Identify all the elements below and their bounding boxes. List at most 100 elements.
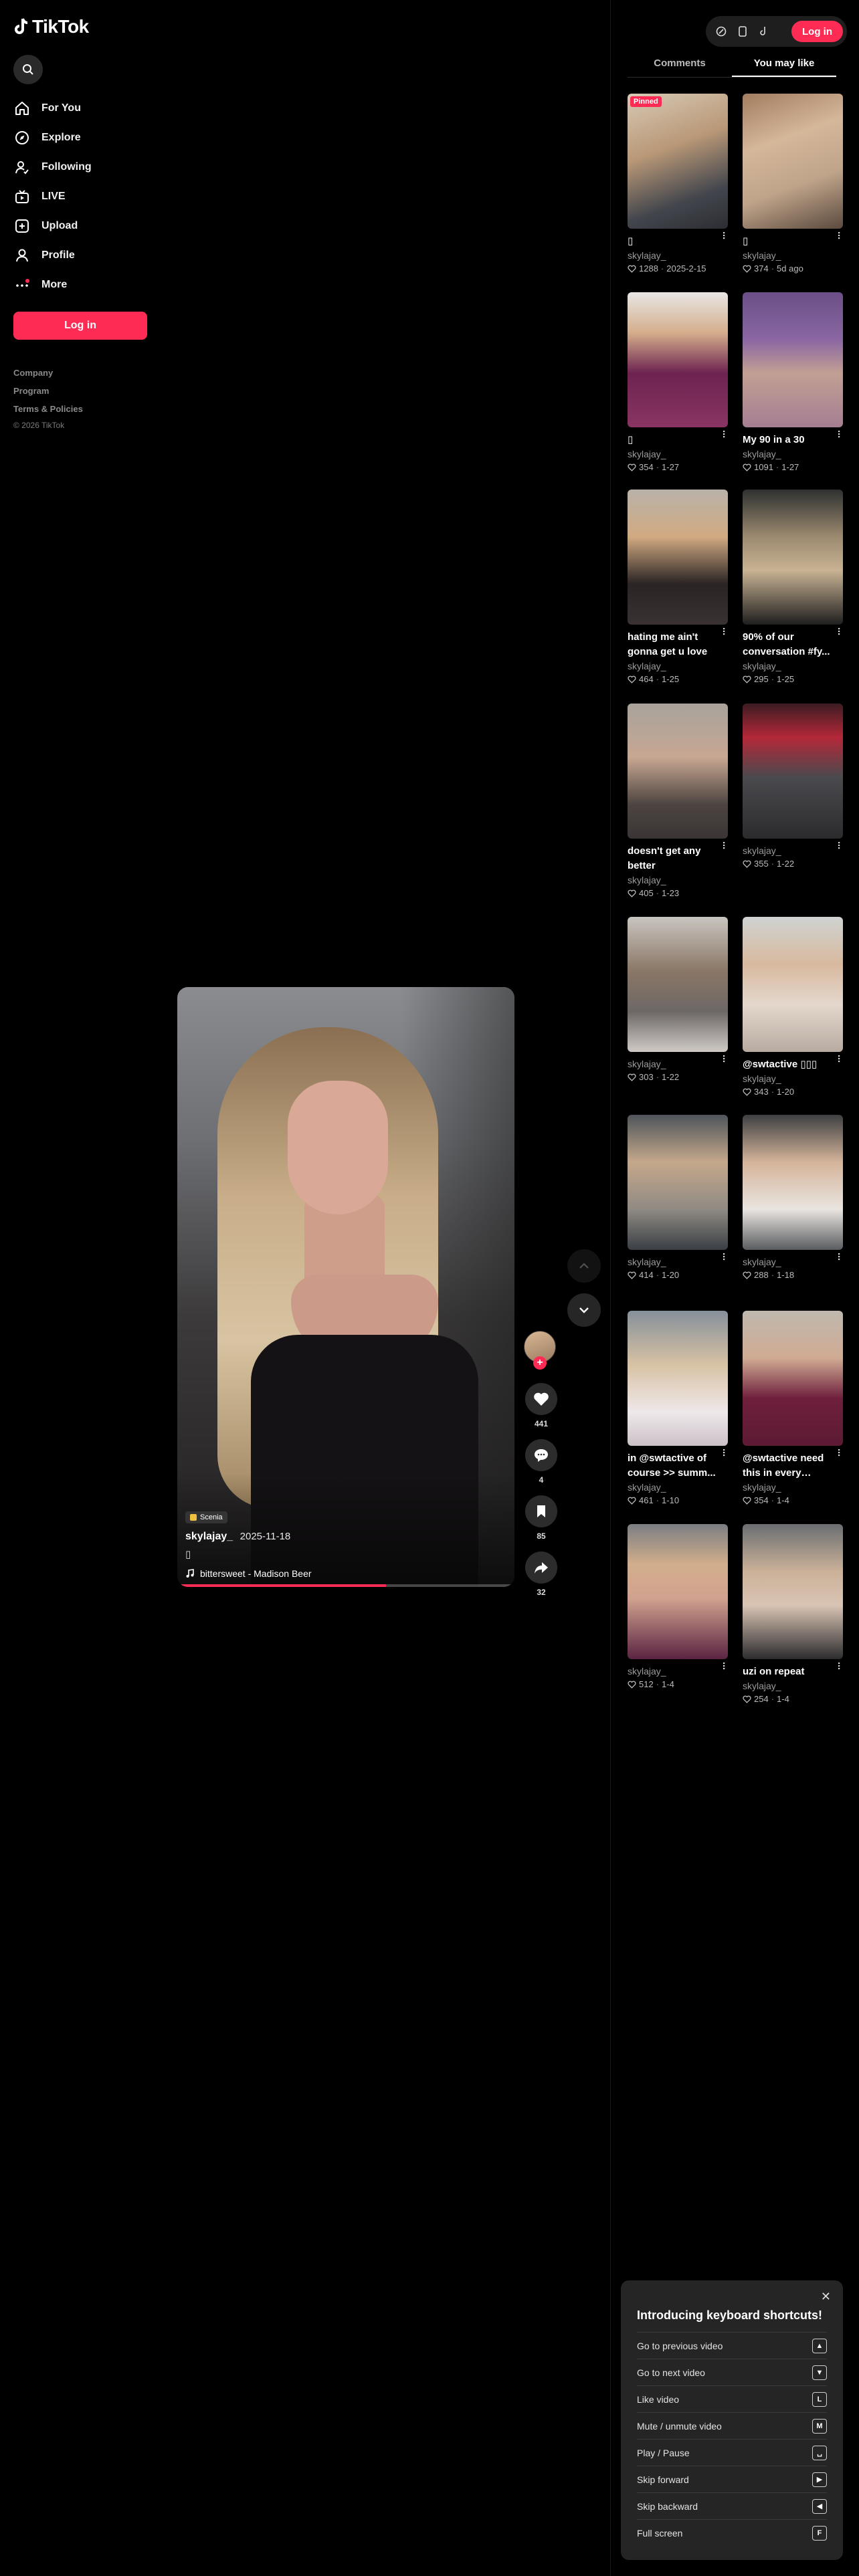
live-icon xyxy=(13,188,31,205)
video-thumbnail[interactable] xyxy=(743,1311,843,1446)
sidebar-item-profile[interactable]: Profile xyxy=(13,241,147,270)
recommendation-card[interactable]: ··· skylajay_ 355 · 1-22 xyxy=(743,704,844,871)
video-thumbnail[interactable] xyxy=(628,1115,728,1250)
more-options-icon[interactable]: ··· xyxy=(718,1662,729,1670)
video-progress-bar[interactable] xyxy=(177,1584,514,1587)
card-author[interactable]: skylajay_ xyxy=(628,1255,728,1269)
recommendation-card[interactable]: ··· skylajay_ 303 · 1-22 xyxy=(628,917,729,1084)
sidebar-login-button[interactable]: Log in xyxy=(13,312,147,340)
sidebar-item-following[interactable]: Following xyxy=(13,152,147,182)
card-author[interactable]: skylajay_ xyxy=(743,1072,843,1085)
bookmark-button[interactable] xyxy=(525,1495,557,1527)
recommendation-card[interactable]: Pinned ··· ▯ skylajay_ 1288 · 2025-2-15 xyxy=(628,94,729,276)
sidebar-item-more[interactable]: More xyxy=(13,270,147,300)
video-thumbnail[interactable] xyxy=(628,292,728,427)
card-date: 2025-2-15 xyxy=(666,263,706,274)
card-author[interactable]: skylajay_ xyxy=(743,1679,843,1693)
follow-plus-button[interactable]: + xyxy=(533,1356,547,1370)
recommendation-card[interactable]: ··· ▯ skylajay_ 354 · 1-27 xyxy=(628,292,729,474)
card-meta: 405 · 1-23 xyxy=(628,887,728,900)
recommendation-card[interactable]: ··· ▯ skylajay_ 374 · 5d ago xyxy=(743,94,844,276)
share-icon xyxy=(535,1562,548,1574)
like-button[interactable] xyxy=(525,1383,557,1415)
video-thumbnail[interactable] xyxy=(628,1524,728,1659)
phone-icon xyxy=(739,26,747,37)
key-m-icon: M xyxy=(812,2418,827,2434)
more-options-icon[interactable]: ··· xyxy=(718,1055,729,1063)
recommendation-card[interactable]: ··· @swtactive ▯▯▯ skylajay_ 343 · 1-20 xyxy=(743,917,844,1099)
video-author[interactable]: skylajay_ xyxy=(185,1531,233,1542)
more-options-icon[interactable]: ··· xyxy=(718,1253,729,1261)
video-player[interactable]: Scenia skylajay_ 2025-11-18 ▯ bitterswee… xyxy=(177,987,514,1587)
sidebar-item-for-you[interactable]: For You xyxy=(13,94,147,123)
recommendation-card[interactable]: ··· @swtactive need this in every colour… xyxy=(743,1311,844,1507)
card-author[interactable]: skylajay_ xyxy=(743,249,843,262)
login-button[interactable]: Log in xyxy=(791,21,843,42)
effect-badge[interactable]: Scenia xyxy=(185,1511,227,1523)
music-row[interactable]: bittersweet - Madison Beer xyxy=(185,1568,506,1579)
card-likes: 1288 xyxy=(639,263,658,274)
search-button[interactable] xyxy=(13,55,43,84)
card-author[interactable]: skylajay_ xyxy=(743,1481,843,1494)
card-author[interactable]: skylajay_ xyxy=(628,1481,728,1494)
key-l-icon: L xyxy=(812,2391,827,2407)
video-thumbnail[interactable] xyxy=(628,1311,728,1446)
video-thumbnail[interactable] xyxy=(743,292,843,427)
recommendation-card[interactable]: ··· doesn't get any better skylajay_ 405… xyxy=(628,704,729,900)
tab-comments[interactable]: Comments xyxy=(628,55,732,77)
recommendation-card[interactable]: ··· 90% of our conversation #fy... skyla… xyxy=(743,490,844,686)
get-app-button[interactable] xyxy=(737,25,749,37)
tiktok-logo[interactable]: TikTok xyxy=(13,16,147,37)
video-thumbnail[interactable] xyxy=(628,704,728,839)
card-author[interactable]: skylajay_ xyxy=(628,249,728,262)
video-thumbnail[interactable] xyxy=(743,490,843,625)
card-author[interactable]: skylajay_ xyxy=(628,659,728,673)
video-author-row: skylajay_ 2025-11-18 xyxy=(185,1531,506,1543)
recommendation-card[interactable]: ··· skylajay_ 414 · 1-20 xyxy=(628,1115,729,1282)
card-author[interactable]: skylajay_ xyxy=(628,447,728,461)
card-author[interactable]: skylajay_ xyxy=(743,844,843,857)
sidebar-item-label: Explore xyxy=(41,132,81,143)
card-meta: 354 · 1-4 xyxy=(743,1494,843,1507)
more-options-icon[interactable]: ··· xyxy=(833,1253,844,1261)
video-thumbnail[interactable] xyxy=(743,1115,843,1250)
footer-link-program[interactable]: Program xyxy=(13,382,147,400)
next-video-button[interactable] xyxy=(567,1293,601,1327)
video-thumbnail[interactable] xyxy=(743,94,843,229)
recommendation-card[interactable]: ··· My 90 in a 30 skylajay_ 1091 · 1-27 xyxy=(743,292,844,474)
tab-you-may-like[interactable]: You may like xyxy=(732,55,836,77)
video-thumbnail[interactable] xyxy=(743,1524,843,1659)
recommendation-card[interactable]: ··· uzi on repeat skylajay_ 254 · 1-4 xyxy=(743,1524,844,1706)
card-author[interactable]: skylajay_ xyxy=(628,1665,728,1678)
coin-button[interactable] xyxy=(715,25,727,37)
footer-link-terms[interactable]: Terms & Policies xyxy=(13,400,147,418)
video-thumbnail[interactable]: Pinned xyxy=(628,94,728,229)
recommendation-card[interactable]: ··· hating me ain't gonna get u love sky… xyxy=(628,490,729,686)
video-thumbnail[interactable] xyxy=(628,917,728,1052)
recommendation-card[interactable]: ··· in @swtactive of course >> summ... s… xyxy=(628,1311,729,1507)
sidebar-item-live[interactable]: LIVE xyxy=(13,182,147,211)
share-button[interactable] xyxy=(525,1551,557,1584)
card-author[interactable]: skylajay_ xyxy=(628,1057,728,1071)
close-icon[interactable]: ✕ xyxy=(821,2290,831,2304)
video-progress-fill xyxy=(177,1584,387,1587)
sidebar-item-upload[interactable]: Upload xyxy=(13,211,147,241)
video-thumbnail[interactable] xyxy=(743,704,843,839)
recommendation-card[interactable]: ··· skylajay_ 288 · 1-18 xyxy=(743,1115,844,1282)
sidebar-item-explore[interactable]: Explore xyxy=(13,123,147,152)
video-thumbnail[interactable] xyxy=(628,490,728,625)
previous-video-button[interactable] xyxy=(567,1249,601,1283)
comment-button[interactable] xyxy=(525,1439,557,1471)
sidebar-item-label: Following xyxy=(41,161,92,173)
tiktok-app-button[interactable] xyxy=(758,25,770,37)
more-options-icon[interactable]: ··· xyxy=(833,841,844,849)
video-date: 2025-11-18 xyxy=(240,1531,291,1542)
card-author[interactable]: skylajay_ xyxy=(743,659,843,673)
card-author[interactable]: skylajay_ xyxy=(743,1255,843,1269)
video-thumbnail[interactable] xyxy=(743,917,843,1052)
recommendation-card[interactable]: ··· skylajay_ 512 · 1-4 xyxy=(628,1524,729,1691)
card-author[interactable]: skylajay_ xyxy=(743,447,843,461)
card-date: 1-20 xyxy=(777,1087,795,1097)
card-author[interactable]: skylajay_ xyxy=(628,873,728,887)
footer-link-company[interactable]: Company xyxy=(13,364,147,382)
